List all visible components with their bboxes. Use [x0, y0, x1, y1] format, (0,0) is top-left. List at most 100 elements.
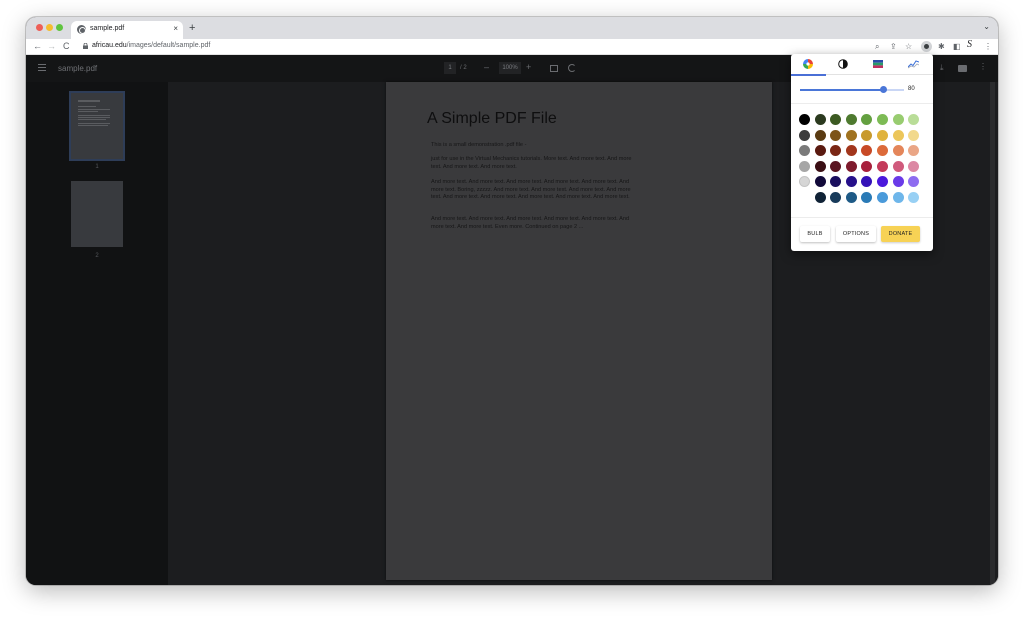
pdf-scrollbar[interactable]	[990, 82, 995, 585]
color-swatch[interactable]	[814, 129, 826, 141]
brightness-slider[interactable]	[800, 89, 904, 91]
color-swatch[interactable]	[908, 145, 920, 157]
color-swatch[interactable]	[830, 114, 842, 125]
color-swatch[interactable]	[814, 176, 826, 188]
zoom-out-button[interactable]: –	[484, 62, 489, 72]
tab-search-button[interactable]: ⌄	[983, 22, 990, 31]
color-swatch[interactable]	[908, 176, 920, 188]
thumbnail-sidebar: 1 2	[26, 82, 168, 585]
thumb-text-line	[78, 117, 110, 118]
color-swatch[interactable]	[799, 176, 810, 188]
side-panel-icon[interactable]: ◧	[953, 42, 961, 52]
contrast-tab[interactable]	[826, 54, 861, 75]
color-swatch[interactable]	[908, 192, 920, 203]
color-swatch[interactable]	[845, 145, 857, 157]
color-swatch[interactable]	[830, 160, 842, 172]
color-swatch[interactable]	[908, 114, 920, 125]
donate-button[interactable]: DONATE	[881, 226, 920, 242]
color-swatch[interactable]	[877, 129, 888, 141]
more-options-icon[interactable]: ⋮	[979, 62, 987, 71]
fit-page-icon[interactable]	[550, 65, 558, 72]
download-icon[interactable]: ⤓	[940, 63, 944, 73]
color-swatch[interactable]	[861, 129, 873, 141]
color-swatch[interactable]	[861, 160, 873, 172]
color-swatch[interactable]	[814, 145, 826, 157]
thumb-text-line	[78, 119, 106, 120]
zoom-in-button[interactable]: +	[526, 62, 531, 72]
new-tab-button[interactable]: +	[189, 22, 195, 34]
color-swatch[interactable]	[908, 129, 920, 141]
color-mode-tab[interactable]	[791, 54, 826, 76]
extensions-puzzle-icon[interactable]: ✱	[938, 42, 945, 52]
color-swatch[interactable]	[845, 176, 857, 188]
theme-tab[interactable]	[861, 54, 896, 75]
color-swatch[interactable]	[892, 192, 904, 203]
color-swatch[interactable]	[799, 114, 810, 125]
options-button[interactable]: OPTIONS	[836, 226, 876, 242]
color-swatch[interactable]	[892, 160, 904, 172]
color-swatch[interactable]	[814, 114, 826, 125]
page-thumbnail-2[interactable]	[71, 181, 123, 247]
color-swatch[interactable]	[877, 145, 888, 157]
back-button[interactable]: ←	[33, 41, 42, 52]
page-thumbnail-1[interactable]	[69, 91, 125, 161]
page-paragraph: This is a small demonstration .pdf file …	[431, 142, 527, 148]
pdf-page: A Simple PDF File This is a small demons…	[386, 82, 772, 580]
color-swatch[interactable]	[799, 145, 810, 157]
globe-icon	[77, 25, 86, 34]
minimize-window-button[interactable]	[46, 24, 53, 31]
slider-thumb[interactable]	[879, 86, 887, 93]
browser-tab[interactable]: sample.pdf ×	[71, 21, 183, 39]
color-swatch[interactable]	[814, 160, 826, 172]
color-swatch[interactable]	[799, 129, 810, 141]
color-swatch[interactable]	[799, 160, 810, 172]
zoom-level-input[interactable]: 100%	[499, 62, 521, 74]
bulb-button[interactable]: BULB	[800, 226, 830, 242]
color-swatch[interactable]	[861, 114, 873, 125]
color-swatch[interactable]	[830, 192, 842, 203]
color-swatch[interactable]	[845, 114, 857, 125]
color-swatch[interactable]	[861, 176, 873, 188]
color-swatch[interactable]	[892, 114, 904, 125]
page-number-input[interactable]: 1	[444, 62, 456, 74]
color-swatch[interactable]	[877, 192, 888, 203]
thumbnail-number-2: 2	[95, 253, 99, 259]
color-swatch[interactable]	[877, 160, 888, 172]
maximize-window-button[interactable]	[56, 24, 63, 31]
color-swatch[interactable]	[908, 160, 920, 172]
zoom-icon[interactable]: ⌕	[875, 42, 879, 52]
print-icon[interactable]	[958, 65, 967, 72]
browser-menu-icon[interactable]: ⋮	[984, 42, 992, 52]
profile-extension-icon[interactable]: S	[967, 40, 972, 50]
color-swatch[interactable]	[845, 160, 857, 172]
color-swatch[interactable]	[830, 145, 842, 157]
color-swatch[interactable]	[877, 114, 888, 125]
forward-button[interactable]: →	[47, 41, 56, 52]
color-swatch[interactable]	[814, 192, 826, 203]
graph-tab[interactable]	[896, 54, 931, 75]
color-swatch[interactable]	[845, 129, 857, 141]
palette-icon	[803, 59, 813, 69]
share-icon[interactable]: ⇪	[890, 42, 897, 52]
color-swatch[interactable]	[845, 192, 857, 203]
color-swatch[interactable]	[830, 176, 842, 188]
color-swatch[interactable]	[830, 129, 842, 141]
page-paragraph: And more text. And more text. And more t…	[431, 179, 631, 201]
tab-close-button[interactable]: ×	[173, 24, 178, 34]
color-swatch[interactable]	[892, 129, 904, 141]
bookmark-star-icon[interactable]: ☆	[905, 42, 912, 52]
dark-reader-extension-icon[interactable]	[921, 41, 932, 52]
color-swatch[interactable]	[877, 176, 888, 188]
color-swatch[interactable]	[892, 145, 904, 157]
address-bar[interactable]: africau.edu/images/default/sample.pdf	[78, 41, 898, 53]
thumb-title-line	[78, 100, 100, 102]
url-host: africau.edu	[92, 42, 127, 49]
color-swatch[interactable]	[861, 145, 873, 157]
hamburger-menu-icon[interactable]	[38, 64, 46, 71]
rotate-icon[interactable]	[568, 64, 576, 72]
close-window-button[interactable]	[36, 24, 43, 31]
color-swatch[interactable]	[892, 176, 904, 188]
color-swatch[interactable]	[861, 192, 873, 203]
reload-button[interactable]: C	[63, 41, 70, 52]
popup-button-bar: BULB OPTIONS DONATE	[791, 217, 933, 251]
